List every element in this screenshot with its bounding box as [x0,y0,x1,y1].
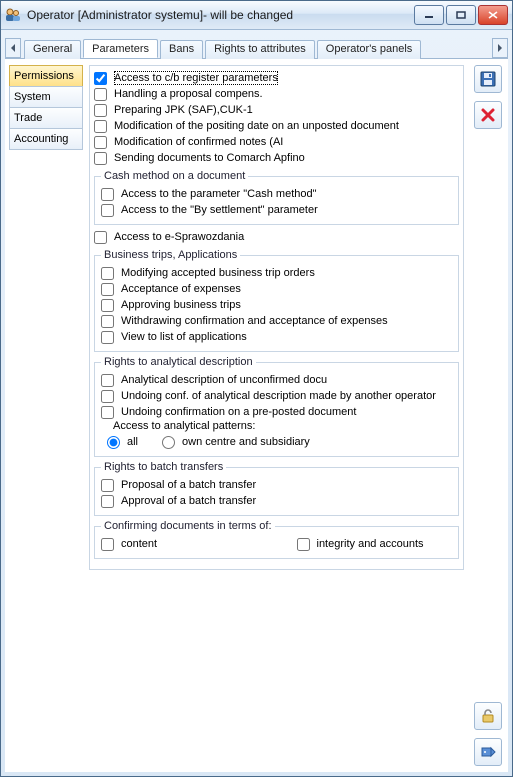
group-batch-legend: Rights to batch transfers [101,461,226,473]
sidebar-item-permissions[interactable]: Permissions [9,65,83,87]
opt-cb-register[interactable]: Access to c/b register parameters [94,70,459,86]
tab-scroll-left[interactable] [5,38,21,58]
titlebar: Operator [Administrator systemu]- will b… [1,1,512,30]
opt-send-apfino[interactable]: Sending documents to Comarch Apfino [94,150,459,166]
opt-trip-modify[interactable]: Modifying accepted business trip orders [101,265,452,281]
opt-jpk-saf[interactable]: Preparing JPK (SAF),CUK-1 [94,102,459,118]
sidebar-item-system[interactable]: System [9,86,83,108]
opt-trip-withdraw[interactable]: Withdrawing confirmation and acceptance … [101,313,452,329]
opt-confirm-content[interactable]: content [101,536,257,552]
opt-proposal-compens[interactable]: Handling a proposal compens. [94,86,459,102]
anal-patterns-label: Access to analytical patterns: [113,420,452,432]
confirm-integrity-checkbox[interactable] [297,538,310,551]
batch-approval-checkbox[interactable] [101,495,114,508]
group-cash-method: Cash method on a document Access to the … [94,170,459,225]
radio-own-input[interactable] [162,436,175,449]
opt-trip-approve[interactable]: Approving business trips [101,297,452,313]
proposal-compens-checkbox[interactable] [94,88,107,101]
opt-anal-unconfirmed[interactable]: Analytical description of unconfirmed do… [101,372,452,388]
send-apfino-checkbox[interactable] [94,152,107,165]
trip-accept-exp-checkbox[interactable] [101,283,114,296]
trip-modify-checkbox[interactable] [101,267,114,280]
group-batch: Rights to batch transfers Proposal of a … [94,461,459,516]
window-buttons [414,5,508,25]
group-confirming: Confirming documents in terms of: conten… [94,520,459,559]
radio-all[interactable]: all [107,434,138,450]
close-button[interactable] [478,5,508,25]
tab-bans[interactable]: Bans [160,40,203,59]
history-button[interactable] [474,738,502,766]
minimize-button[interactable] [414,5,444,25]
tab-scroll-right[interactable] [492,38,508,58]
jpk-saf-checkbox[interactable] [94,104,107,117]
access-by-settlement-checkbox[interactable] [101,204,114,217]
main-panel: Access to c/b register parameters Handli… [87,59,468,772]
opt-batch-approval[interactable]: Approval of a batch transfer [101,493,452,509]
side-nav: Permissions System Trade Accounting [5,59,87,772]
anal-undo-other-checkbox[interactable] [101,390,114,403]
opt-access-cash-param[interactable]: Access to the parameter "Cash method" [101,186,452,202]
trip-approve-checkbox[interactable] [101,299,114,312]
tab-parameters[interactable]: Parameters [83,39,158,58]
opt-batch-proposal[interactable]: Proposal of a batch transfer [101,477,452,493]
opt-trip-accept-exp[interactable]: Acceptance of expenses [101,281,452,297]
cb-register-checkbox[interactable] [94,72,107,85]
lock-open-icon [480,708,496,724]
radio-own[interactable]: own centre and subsidiary [162,434,310,450]
group-analytical-legend: Rights to analytical description [101,356,256,368]
maximize-button[interactable] [446,5,476,25]
opt-e-sprawozdania[interactable]: Access to e-Sprawozdania [94,229,459,245]
lock-button[interactable] [474,702,502,730]
tab-bar: General Parameters Bans Rights to attrib… [1,30,512,58]
sidebar-item-trade[interactable]: Trade [9,107,83,129]
opt-anal-undo-preposted[interactable]: Undoing confirmation on a pre-posted doc… [101,404,452,420]
mod-posting-date-checkbox[interactable] [94,120,107,133]
sidebar-item-accounting[interactable]: Accounting [9,128,83,150]
floppy-icon [480,71,496,87]
client-area: Permissions System Trade Accounting Acce… [5,58,508,772]
tab-operators-panels[interactable]: Operator's panels [317,40,421,59]
options-panel: Access to c/b register parameters Handli… [89,65,464,570]
anal-unconfirmed-checkbox[interactable] [101,374,114,387]
opt-mod-posting-date[interactable]: Modification of the positing date on an … [94,118,459,134]
app-icon [5,7,21,23]
group-cash-method-legend: Cash method on a document [101,170,248,182]
confirm-content-checkbox[interactable] [101,538,114,551]
opt-access-by-settlement[interactable]: Access to the "By settlement" parameter [101,202,452,218]
batch-proposal-checkbox[interactable] [101,479,114,492]
group-trips-legend: Business trips, Applications [101,249,240,261]
cancel-button[interactable] [474,101,502,129]
window: Operator [Administrator systemu]- will b… [0,0,513,777]
e-sprawozdania-checkbox[interactable] [94,231,107,244]
anal-undo-preposted-checkbox[interactable] [101,406,114,419]
group-trips: Business trips, Applications Modifying a… [94,249,459,352]
trip-view-list-checkbox[interactable] [101,331,114,344]
save-button[interactable] [474,65,502,93]
action-bar [468,59,508,772]
opt-confirm-integrity[interactable]: integrity and accounts [297,536,453,552]
x-icon [480,107,496,123]
opt-mod-confirmed-notes[interactable]: Modification of confirmed notes (AI [94,134,459,150]
group-analytical: Rights to analytical description Analyti… [94,356,459,457]
trip-withdraw-checkbox[interactable] [101,315,114,328]
access-cash-param-checkbox[interactable] [101,188,114,201]
opt-anal-undo-other[interactable]: Undoing conf. of analytical description … [101,388,452,404]
mod-confirmed-notes-checkbox[interactable] [94,136,107,149]
tab-rights-to-attributes[interactable]: Rights to attributes [205,40,315,59]
opt-trip-view-list[interactable]: View to list of applications [101,329,452,345]
tag-icon [480,744,496,760]
radio-all-input[interactable] [107,436,120,449]
window-title: Operator [Administrator systemu]- will b… [27,8,414,22]
group-confirming-legend: Confirming documents in terms of: [101,520,275,532]
tab-general[interactable]: General [24,40,81,59]
